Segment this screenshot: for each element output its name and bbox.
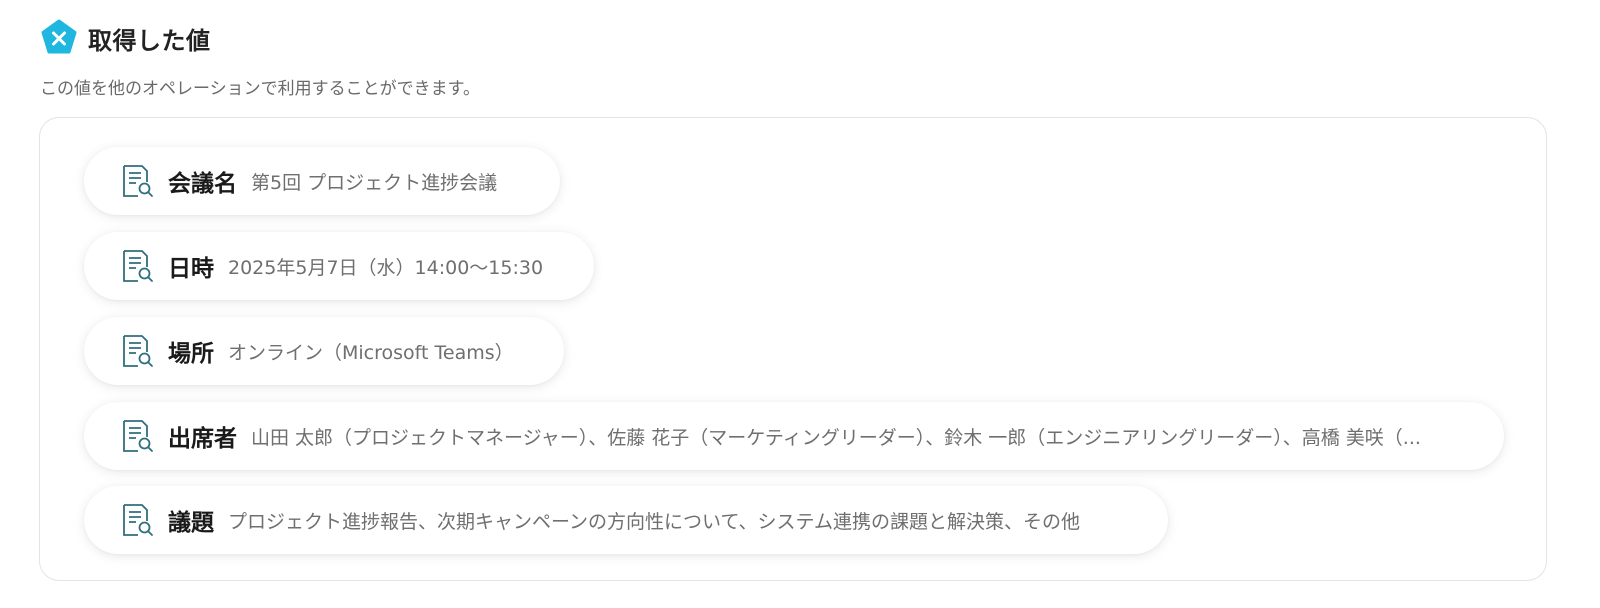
- variable-x-icon: [40, 19, 78, 57]
- field-label: 日時: [168, 256, 214, 282]
- document-search-icon: [120, 164, 154, 198]
- section-title: 取得した値: [88, 26, 211, 55]
- field-label: 出席者: [168, 426, 237, 452]
- value-item-datetime[interactable]: 日時 2025年5月7日（水）14:00〜15:30: [84, 232, 594, 300]
- field-value: 山田 太郎（プロジェクトマネージャー）、佐藤 花子（マーケティングリーダー）、鈴…: [251, 426, 1421, 449]
- field-label: 議題: [168, 510, 214, 536]
- field-value: 2025年5月7日（水）14:00〜15:30: [228, 256, 544, 279]
- value-item-agenda[interactable]: 議題 プロジェクト進捗報告、次期キャンペーンの方向性について、システム連携の課題…: [84, 486, 1168, 554]
- section-header: 取得した値: [40, 18, 211, 58]
- field-value: プロジェクト進捗報告、次期キャンペーンの方向性について、システム連携の課題と解決…: [228, 510, 1080, 533]
- section-description: この値を他のオペレーションで利用することができます。: [40, 79, 480, 99]
- value-item-attendees[interactable]: 出席者 山田 太郎（プロジェクトマネージャー）、佐藤 花子（マーケティングリーダ…: [84, 402, 1504, 470]
- field-value: 第5回 プロジェクト進捗会議: [251, 171, 498, 194]
- field-label: 場所: [168, 341, 214, 367]
- document-search-icon: [120, 419, 154, 453]
- field-label: 会議名: [168, 171, 237, 197]
- value-item-meeting-name[interactable]: 会議名 第5回 プロジェクト進捗会議: [84, 147, 560, 215]
- field-value: オンライン（Microsoft Teams）: [228, 341, 514, 364]
- document-search-icon: [120, 334, 154, 368]
- document-search-icon: [120, 503, 154, 537]
- document-search-icon: [120, 249, 154, 283]
- obtained-values-panel: 取得した値 この値を他のオペレーションで利用することができます。 会議名 第5回…: [0, 0, 1600, 608]
- value-item-location[interactable]: 場所 オンライン（Microsoft Teams）: [84, 317, 564, 385]
